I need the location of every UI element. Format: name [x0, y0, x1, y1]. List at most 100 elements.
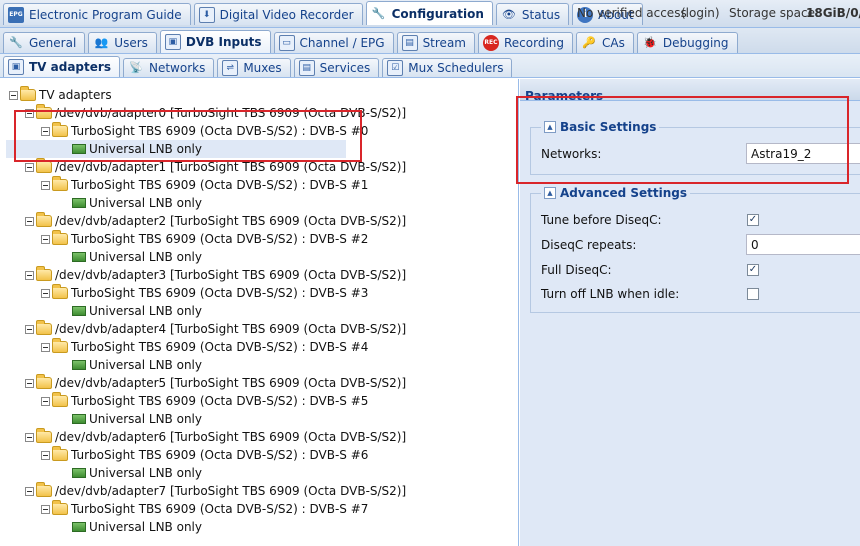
collapse-toggle[interactable]	[41, 342, 50, 352]
tree-lnb[interactable]: Universal LNB only	[72, 302, 202, 320]
diseqc-repeats-field[interactable]	[746, 234, 860, 255]
tab-cas[interactable]: 🔑 CAs	[576, 32, 634, 53]
tree-lnb[interactable]: Universal LNB only	[72, 248, 202, 266]
tree-label: Universal LNB only	[89, 196, 202, 210]
tree-adapter[interactable]: /dev/dvb/adapter5 [TurboSight TBS 6909 (…	[25, 374, 406, 392]
tab-stream[interactable]: ▤ Stream	[396, 32, 475, 53]
collapse-arrow-icon[interactable]: ▲	[544, 187, 556, 199]
collapse-toggle[interactable]	[41, 288, 50, 298]
full-diseqc-checkbox[interactable]: ✓	[747, 264, 759, 276]
tab-configuration[interactable]: 🔧 Configuration	[365, 1, 493, 25]
collapse-toggle[interactable]	[25, 432, 34, 442]
tab-mux-schedulers[interactable]: ☑ Mux Schedulers	[382, 58, 513, 77]
tree-label: /dev/dvb/adapter7 [TurboSight TBS 6909 (…	[55, 484, 407, 498]
tree-frontend[interactable]: TurboSight TBS 6909 (Octa DVB-S/S2) : DV…	[41, 446, 368, 464]
tab-services[interactable]: ▤ Services	[293, 58, 380, 77]
collapse-toggle[interactable]	[41, 504, 50, 514]
folder-icon	[36, 158, 52, 173]
tree-frontend[interactable]: TurboSight TBS 6909 (Octa DVB-S/S2) : DV…	[41, 338, 368, 356]
tab-epg[interactable]: EPG Electronic Program Guide	[3, 3, 191, 25]
collapse-toggle[interactable]	[25, 486, 34, 496]
tree-frontend[interactable]: TurboSight TBS 6909 (Octa DVB-S/S2) : DV…	[41, 392, 368, 410]
tree-frontend[interactable]: TurboSight TBS 6909 (Octa DVB-S/S2) : DV…	[41, 122, 368, 140]
collapse-toggle[interactable]	[41, 126, 50, 136]
config-tab-bar: 🔧 General 👥 Users ▣ DVB Inputs ▭ Channel / E…	[0, 28, 860, 54]
collapse-toggle[interactable]	[25, 162, 34, 172]
tab-dvr[interactable]: ⬇ Digital Video Recorder	[193, 3, 363, 25]
tree-lnb[interactable]: Universal LNB only	[6, 140, 346, 158]
eye-icon: 👁	[501, 7, 516, 21]
tree-adapter[interactable]: /dev/dvb/adapter1 [TurboSight TBS 6909 (…	[25, 158, 406, 176]
collapse-toggle[interactable]	[41, 396, 50, 406]
login-link[interactable]: (login)	[681, 6, 720, 20]
folder-icon	[36, 212, 52, 227]
tree-frontend[interactable]: TurboSight TBS 6909 (Octa DVB-S/S2) : DV…	[41, 230, 368, 248]
tree-frontend[interactable]: TurboSight TBS 6909 (Octa DVB-S/S2) : DV…	[41, 500, 368, 518]
tree-root[interactable]: TV adapters	[9, 86, 112, 104]
tree-label: TurboSight TBS 6909 (Octa DVB-S/S2) : DV…	[71, 340, 369, 354]
tab-tv-adapters[interactable]: ▣ TV adapters	[3, 56, 120, 77]
tree-lnb[interactable]: Universal LNB only	[72, 194, 202, 212]
storage-value: 18GiB/0/2	[806, 6, 860, 20]
tree-label: TurboSight TBS 6909 (Octa DVB-S/S2) : DV…	[71, 232, 369, 246]
tree-label: /dev/dvb/adapter5 [TurboSight TBS 6909 (…	[55, 376, 407, 390]
collapse-toggle[interactable]	[41, 180, 50, 190]
tree-adapter[interactable]: /dev/dvb/adapter6 [TurboSight TBS 6909 (…	[25, 428, 406, 446]
lnb-icon	[72, 252, 86, 262]
lnb-icon	[72, 144, 86, 154]
tab-label: Recording	[503, 36, 565, 50]
tab-label: Electronic Program Guide	[29, 7, 182, 22]
advanced-settings-title: Advanced Settings	[560, 186, 688, 200]
collapse-toggle[interactable]	[25, 378, 34, 388]
dvb-tab-bar: ▣ TV adapters 📡 Networks ⇌ Muxes ▤ Services …	[0, 54, 860, 78]
tree-label: /dev/dvb/adapter3 [TurboSight TBS 6909 (…	[55, 268, 407, 282]
networks-field[interactable]	[746, 143, 860, 164]
advanced-settings-fieldset: ▲ Advanced Settings Tune before DiseqC: …	[530, 186, 860, 313]
full-diseqc-label: Full DiseqC:	[541, 263, 612, 277]
tree-label: TurboSight TBS 6909 (Octa DVB-S/S2) : DV…	[71, 394, 369, 408]
lnb-icon	[72, 414, 86, 424]
folder-icon	[52, 176, 68, 191]
tree-adapter[interactable]: /dev/dvb/adapter2 [TurboSight TBS 6909 (…	[25, 212, 406, 230]
key-icon: 🔑	[582, 36, 596, 49]
collapse-toggle[interactable]	[25, 324, 34, 334]
tab-label: Debugging	[662, 36, 729, 50]
collapse-toggle[interactable]	[41, 234, 50, 244]
tree-adapter[interactable]: /dev/dvb/adapter3 [TurboSight TBS 6909 (…	[25, 266, 406, 284]
parameters-title: Parameters	[520, 79, 860, 103]
tab-label: TV adapters	[29, 60, 111, 74]
folder-icon	[52, 284, 68, 299]
tree-lnb[interactable]: Universal LNB only	[72, 464, 202, 482]
collapse-toggle[interactable]	[25, 270, 34, 280]
collapse-toggle[interactable]	[25, 216, 34, 226]
collapse-toggle[interactable]	[25, 108, 34, 118]
basic-settings-title: Basic Settings	[560, 120, 657, 134]
tree-adapter[interactable]: /dev/dvb/adapter4 [TurboSight TBS 6909 (…	[25, 320, 406, 338]
collapse-toggle[interactable]	[9, 90, 18, 100]
collapse-toggle[interactable]	[41, 450, 50, 460]
collapse-arrow-icon[interactable]: ▲	[544, 121, 556, 133]
tune-before-diseqc-checkbox[interactable]: ✓	[747, 214, 759, 226]
tree-lnb[interactable]: Universal LNB only	[72, 410, 202, 428]
tree-label: TurboSight TBS 6909 (Octa DVB-S/S2) : DV…	[71, 178, 369, 192]
tools-icon: 🔧	[9, 36, 23, 49]
tab-dvb-inputs[interactable]: ▣ DVB Inputs	[159, 30, 271, 53]
tree-label: /dev/dvb/adapter6 [TurboSight TBS 6909 (…	[55, 430, 407, 444]
turn-off-lnb-checkbox[interactable]	[747, 288, 759, 300]
tree-lnb[interactable]: Universal LNB only	[72, 518, 202, 536]
tab-channel-epg[interactable]: ▭ Channel / EPG	[273, 32, 394, 53]
tree-adapter[interactable]: /dev/dvb/adapter7 [TurboSight TBS 6909 (…	[25, 482, 406, 500]
tree-frontend[interactable]: TurboSight TBS 6909 (Octa DVB-S/S2) : DV…	[41, 176, 368, 194]
tab-recording[interactable]: REC Recording	[477, 32, 574, 53]
tab-status[interactable]: 👁 Status	[495, 3, 570, 25]
tree-adapter[interactable]: /dev/dvb/adapter0 [TurboSight TBS 6909 (…	[25, 104, 406, 122]
folder-icon	[52, 230, 68, 245]
tab-networks[interactable]: 📡 Networks	[122, 58, 215, 77]
tab-general[interactable]: 🔧 General	[3, 32, 86, 53]
tab-users[interactable]: 👥 Users	[88, 32, 157, 53]
folder-icon	[36, 482, 52, 497]
tree-lnb[interactable]: Universal LNB only	[72, 356, 202, 374]
tab-muxes[interactable]: ⇌ Muxes	[217, 58, 291, 77]
tree-frontend[interactable]: TurboSight TBS 6909 (Octa DVB-S/S2) : DV…	[41, 284, 368, 302]
tab-debugging[interactable]: 🐞 Debugging	[636, 32, 738, 53]
